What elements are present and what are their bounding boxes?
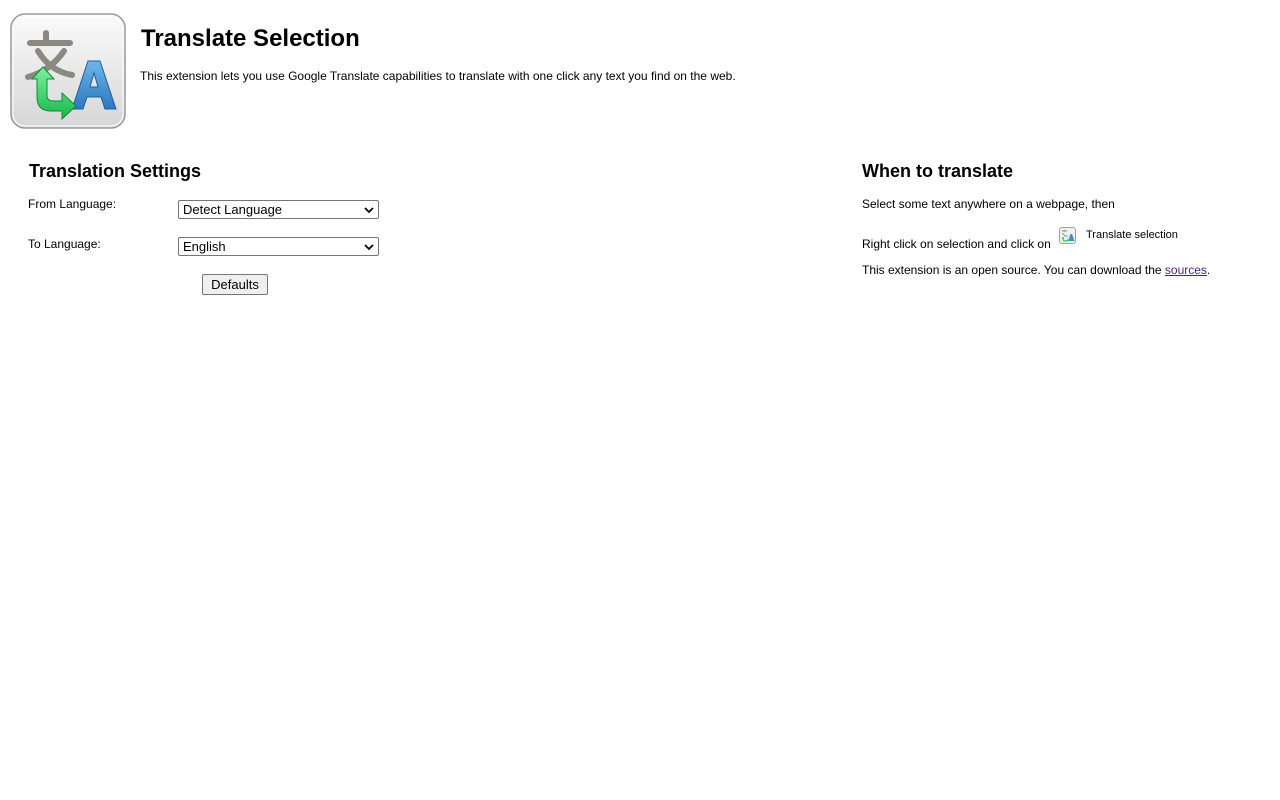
- page-title: Translate Selection: [141, 25, 360, 52]
- page-description: This extension lets you use Google Trans…: [140, 69, 736, 83]
- when-to-translate-heading: When to translate: [862, 161, 1014, 181]
- to-language-label: To Language:: [28, 237, 101, 251]
- translate-small-icon: [1059, 227, 1076, 244]
- to-language-select[interactable]: English: [178, 237, 379, 256]
- defaults-button[interactable]: Defaults: [202, 274, 268, 295]
- instruction-step-1: Select some text anywhere on a webpage, …: [862, 197, 1115, 211]
- to-language-value: English: [183, 239, 226, 254]
- from-language-value: Detect Language: [183, 202, 283, 217]
- chevron-down-icon: [364, 207, 374, 214]
- open-source-period: .: [1206, 263, 1211, 277]
- chevron-down-icon: [364, 244, 374, 251]
- translation-settings-heading: Translation Settings: [29, 161, 202, 181]
- context-menu-item-label: Translate selection: [1086, 229, 1178, 241]
- open-source-note: This extension is an open source. You ca…: [862, 262, 1210, 278]
- open-source-text: This extension is an open source. You ca…: [862, 263, 1165, 277]
- sources-link[interactable]: sources: [1165, 263, 1207, 277]
- from-language-select[interactable]: Detect Language: [178, 200, 379, 219]
- from-language-label: From Language:: [28, 197, 117, 211]
- translate-logo-icon: [10, 13, 126, 129]
- instruction-step-2: Right click on selection and click on: [862, 237, 1051, 251]
- options-page: Translate Selection This extension lets …: [0, 0, 1280, 800]
